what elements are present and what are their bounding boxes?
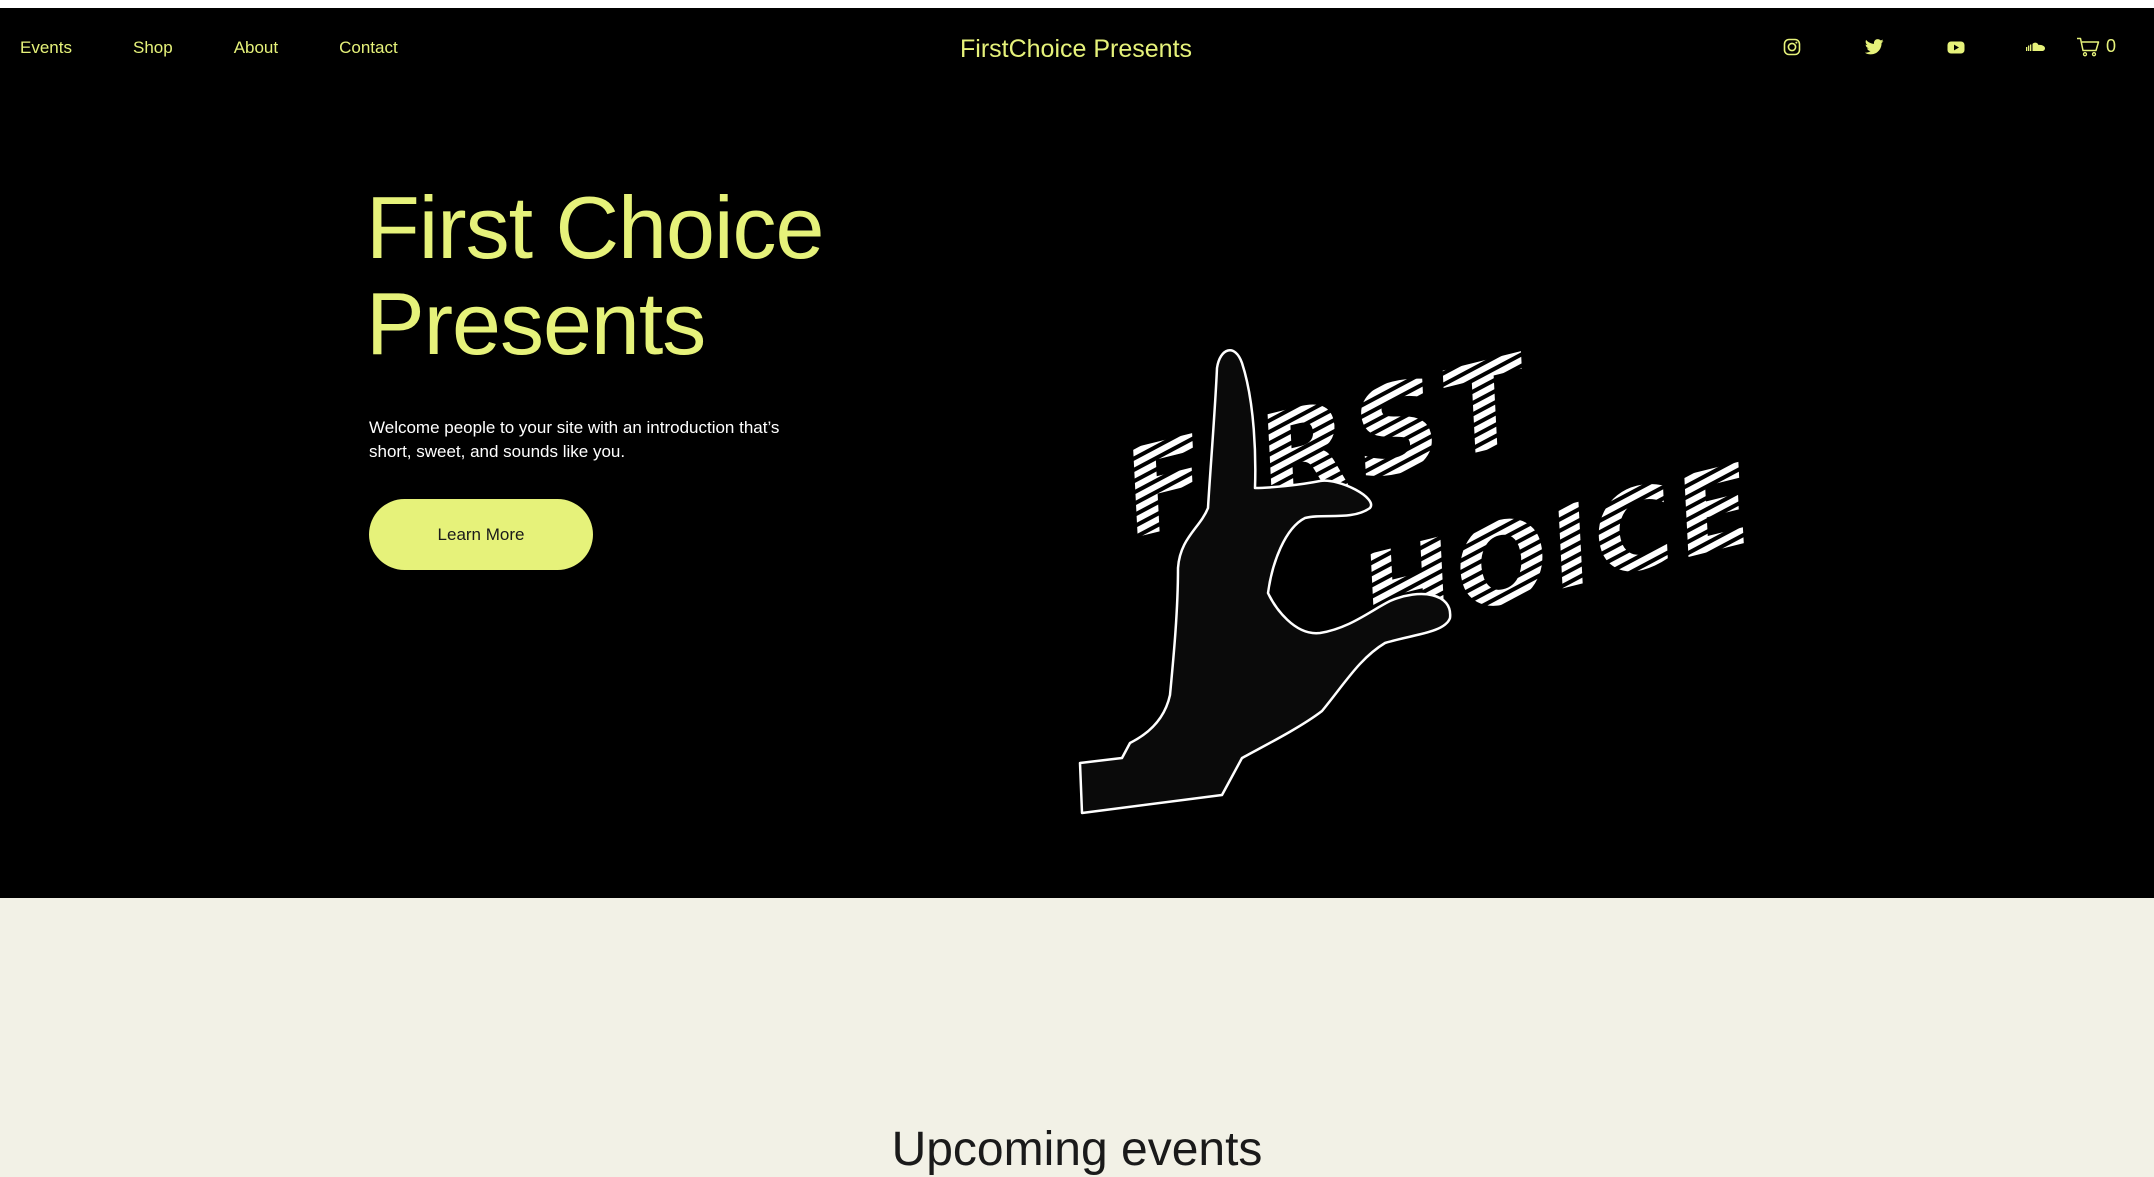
hero-intro-line-2: short, sweet, and sounds like you.: [369, 442, 626, 461]
nav-link-events[interactable]: Events: [20, 38, 72, 58]
nav-links: Events Shop About Contact: [20, 38, 459, 58]
nav-link-contact[interactable]: Contact: [339, 38, 398, 58]
events-heading: Upcoming events: [891, 1123, 1263, 1176]
nav-link-about[interactable]: About: [234, 38, 278, 58]
cart-count: 0: [2106, 36, 2117, 56]
learn-more-button[interactable]: Learn More: [369, 499, 593, 570]
hero-title-line-1: First Choice: [366, 178, 824, 277]
first-choice-logo: FIRST HOICE: [1078, 329, 1760, 815]
site-title[interactable]: FirstChoice Presents: [960, 35, 1192, 64]
hero-intro-line-1: Welcome people to your site with an intr…: [369, 418, 780, 437]
cart-button[interactable]: 0: [2076, 36, 2116, 57]
hero-section: Events Shop About Contact FirstChoice Pr…: [0, 8, 2154, 898]
cart-icon: [2077, 37, 2100, 56]
hero-intro: Welcome people to your site with an intr…: [369, 416, 829, 464]
header-nav: Events Shop About Contact FirstChoice Pr…: [0, 8, 2154, 88]
hero-title: First Choice Presents: [366, 180, 966, 372]
hero-title-line-2: Presents: [366, 274, 706, 373]
instagram-icon[interactable]: [1781, 35, 1803, 59]
nav-link-shop[interactable]: Shop: [133, 38, 173, 58]
soundcloud-icon[interactable]: [2025, 35, 2047, 59]
twitter-icon[interactable]: [1863, 35, 1885, 59]
youtube-icon[interactable]: [1945, 35, 1967, 59]
top-strip: [0, 0, 2154, 8]
